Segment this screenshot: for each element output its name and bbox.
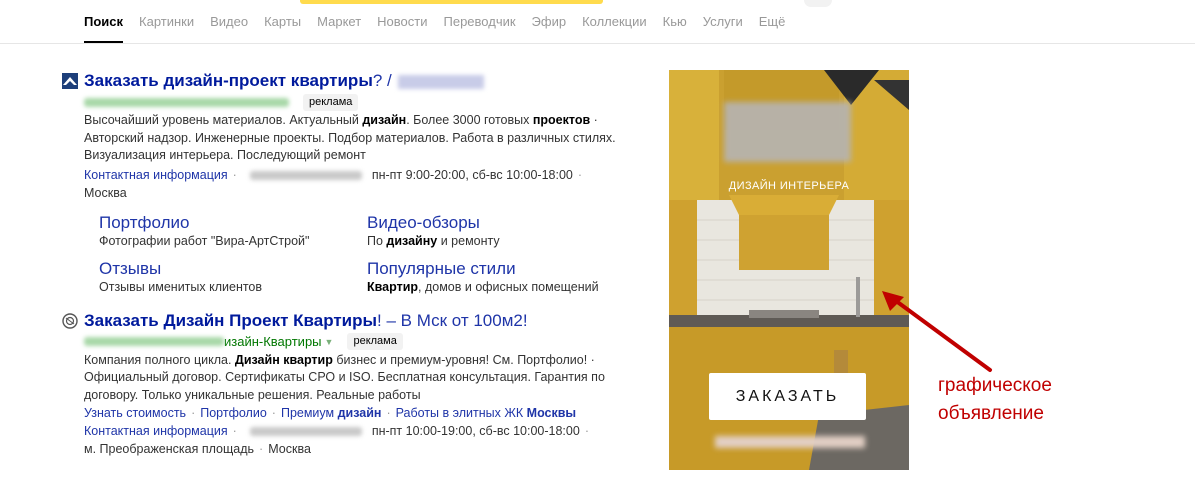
site-favicon-icon [62,73,78,89]
separator-dot: · [191,406,196,420]
result-title[interactable]: Заказать Дизайн Проект Квартиры! – В Мск… [84,310,642,332]
sitelink-desc: Отзывы именитых клиентов [99,279,263,294]
result-snippet: Компания полного цикла. Дизайн квартир б… [84,352,624,405]
quicklink-highlight[interactable]: Москвы [527,406,576,420]
sitelink-title[interactable]: Видео-обзоры [367,212,635,233]
snippet-highlight: Дизайн квартир [234,352,333,367]
result-url-row: изайн-Квартиры ▼ реклама [84,332,642,352]
sitelink-desc-text: По [367,233,387,248]
result-title-bold[interactable]: Заказать дизайн-проект квартиры [84,71,373,90]
quicklink-premium[interactable]: Премиум дизайн [281,406,382,420]
working-hours: пн-пт 10:00-19:00, сб-вс 10:00-18:00 [371,424,580,438]
city: Москва [84,185,127,200]
avatar-edge[interactable] [804,0,832,7]
blurred-url[interactable] [84,337,224,346]
sitelink-desc-highlight: дизайну [386,233,438,248]
sitelink-desc-highlight: Квартир [367,279,419,294]
tab-images[interactable]: Картинки [139,12,194,32]
quick-links: Узнать стоимость · Портфолио · Премиум дизай… [84,404,642,422]
result-title-tail[interactable]: ? / [373,71,392,90]
result-title-bold[interactable]: Заказать Дизайн Проект Квартиры [84,311,377,330]
sitelink-desc: По дизайну и ремонту [367,233,635,250]
blurred-phone[interactable] [249,427,362,437]
sitelink-portfolio: Портфолио Фотографии работ "Вира-АртСтро… [99,212,367,250]
blurred-phone[interactable] [249,170,362,180]
chevron-down-icon[interactable]: ▼ [325,337,334,347]
sitelink-title[interactable]: Портфолио [99,212,367,233]
quicklink-text[interactable]: Работы в элитных ЖК [396,406,527,420]
result-title[interactable]: Заказать дизайн-проект квартиры? / [84,70,642,92]
ad-label: реклама [303,93,359,111]
site-favicon-icon [62,312,78,329]
tab-services[interactable]: Услуги [703,12,743,32]
sitelink-video-reviews: Видео-обзоры По дизайну и ремонту [367,212,635,250]
tab-collections[interactable]: Коллекции [582,12,647,32]
result-title-tail[interactable]: ! – В Мск от 100м2! [377,311,528,330]
separator-dot: · [232,424,237,438]
tab-search[interactable]: Поиск [84,12,124,44]
order-button[interactable]: ЗАКАЗАТЬ [709,373,866,420]
quicklink-highlight[interactable]: дизайн [338,406,382,420]
search-results: Заказать дизайн-проект квартиры? / рекла… [62,70,642,470]
ad-label: реклама [347,333,403,350]
sitelink-desc: Фотографии работ "Вира-АртСтрой" [99,233,310,248]
working-hours: пн-пт 9:00-20:00, сб-вс 10:00-18:00 [371,167,573,182]
sitelink-popular-styles: Популярные стили Квартир, домов и офисны… [367,258,635,296]
snippet-text: Компания полного цикла. [84,352,235,367]
tab-news[interactable]: Новости [377,12,427,32]
sitelink-desc-text: , домов и офисных помещений [418,279,599,294]
sitelinks: Портфолио Фотографии работ "Вира-АртСтро… [99,212,642,296]
tab-market[interactable]: Маркет [317,12,361,32]
tab-q[interactable]: Кью [663,12,687,32]
search-input-edge[interactable] [300,0,603,4]
annotation-line: объявление [938,403,1044,424]
snippet-text: . Более 3000 готовых [406,113,533,127]
annotation-line: графическое [938,375,1052,396]
search-tabs: Поиск Картинки Видео Карты Маркет Новост… [84,12,801,44]
separator-dot: · [259,442,264,456]
sitelink-title[interactable]: Отзывы [99,258,367,279]
quicklink-price[interactable]: Узнать стоимость [84,406,186,420]
annotation-label: графическое объявление [938,372,1052,428]
quicklink-portfolio[interactable]: Портфолио [200,406,267,420]
snippet-highlight: дизайн [362,113,407,127]
result-url-path[interactable]: изайн-Квартиры [224,334,322,349]
result-contacts: Контактная информация · пн-пт 10:00-19:00,… [84,422,642,458]
sitelink-desc-text: и ремонту [437,233,500,248]
quicklink-text[interactable]: Премиум [281,406,338,420]
sitelink-title[interactable]: Популярные стили [367,258,635,279]
tab-video[interactable]: Видео [210,12,248,32]
city: Москва [268,442,311,456]
banner-subtitle: ДИЗАЙН ИНТЕРЬЕРА [728,180,850,192]
separator-dot: · [577,167,583,182]
blurred-phone [715,436,865,448]
tab-translator[interactable]: Переводчик [444,12,516,32]
separator-dot: · [232,167,237,182]
separator-dot: · [271,406,276,420]
sitelink-reviews: Отзывы Отзывы именитых клиентов [99,258,367,296]
separator-dot: · [386,406,391,420]
tab-ether[interactable]: Эфир [532,12,567,32]
ad-result-2: Заказать Дизайн Проект Квартиры! – В Мск… [62,310,642,459]
result-url-row: реклама [84,92,642,112]
contact-info-link[interactable]: Контактная информация [84,424,228,438]
tab-maps[interactable]: Карты [264,12,301,32]
ad-result-1: Заказать дизайн-проект квартиры? / рекла… [62,70,642,296]
graphic-ad-banner[interactable]: ДИЗАЙН ИНТЕРЬЕРА ЗАКАЗАТЬ [669,70,909,470]
tab-more[interactable]: Ещё [759,12,786,32]
tabs-divider [0,43,1195,44]
sitelink-desc: Квартир, домов и офисных помещений [367,279,635,296]
contact-info-link[interactable]: Контактная информация [84,168,228,182]
result-snippet: Высочайший уровень материалов. Актуальны… [84,112,624,165]
annotation-arrow-icon [882,291,992,372]
blurred-domain [397,74,484,89]
result-contacts: Контактная информация · пн-пт 9:00-20:00, … [84,166,642,202]
address: м. Преображенская площадь [84,442,255,456]
blurred-logo [724,102,851,162]
snippet-text: Высочайший уровень материалов. Актуальны… [84,113,363,127]
quicklink-elite[interactable]: Работы в элитных ЖК Москвы [396,406,576,420]
separator-dot: · [584,424,589,438]
blurred-url[interactable] [84,97,289,107]
snippet-highlight: проектов [532,113,591,127]
